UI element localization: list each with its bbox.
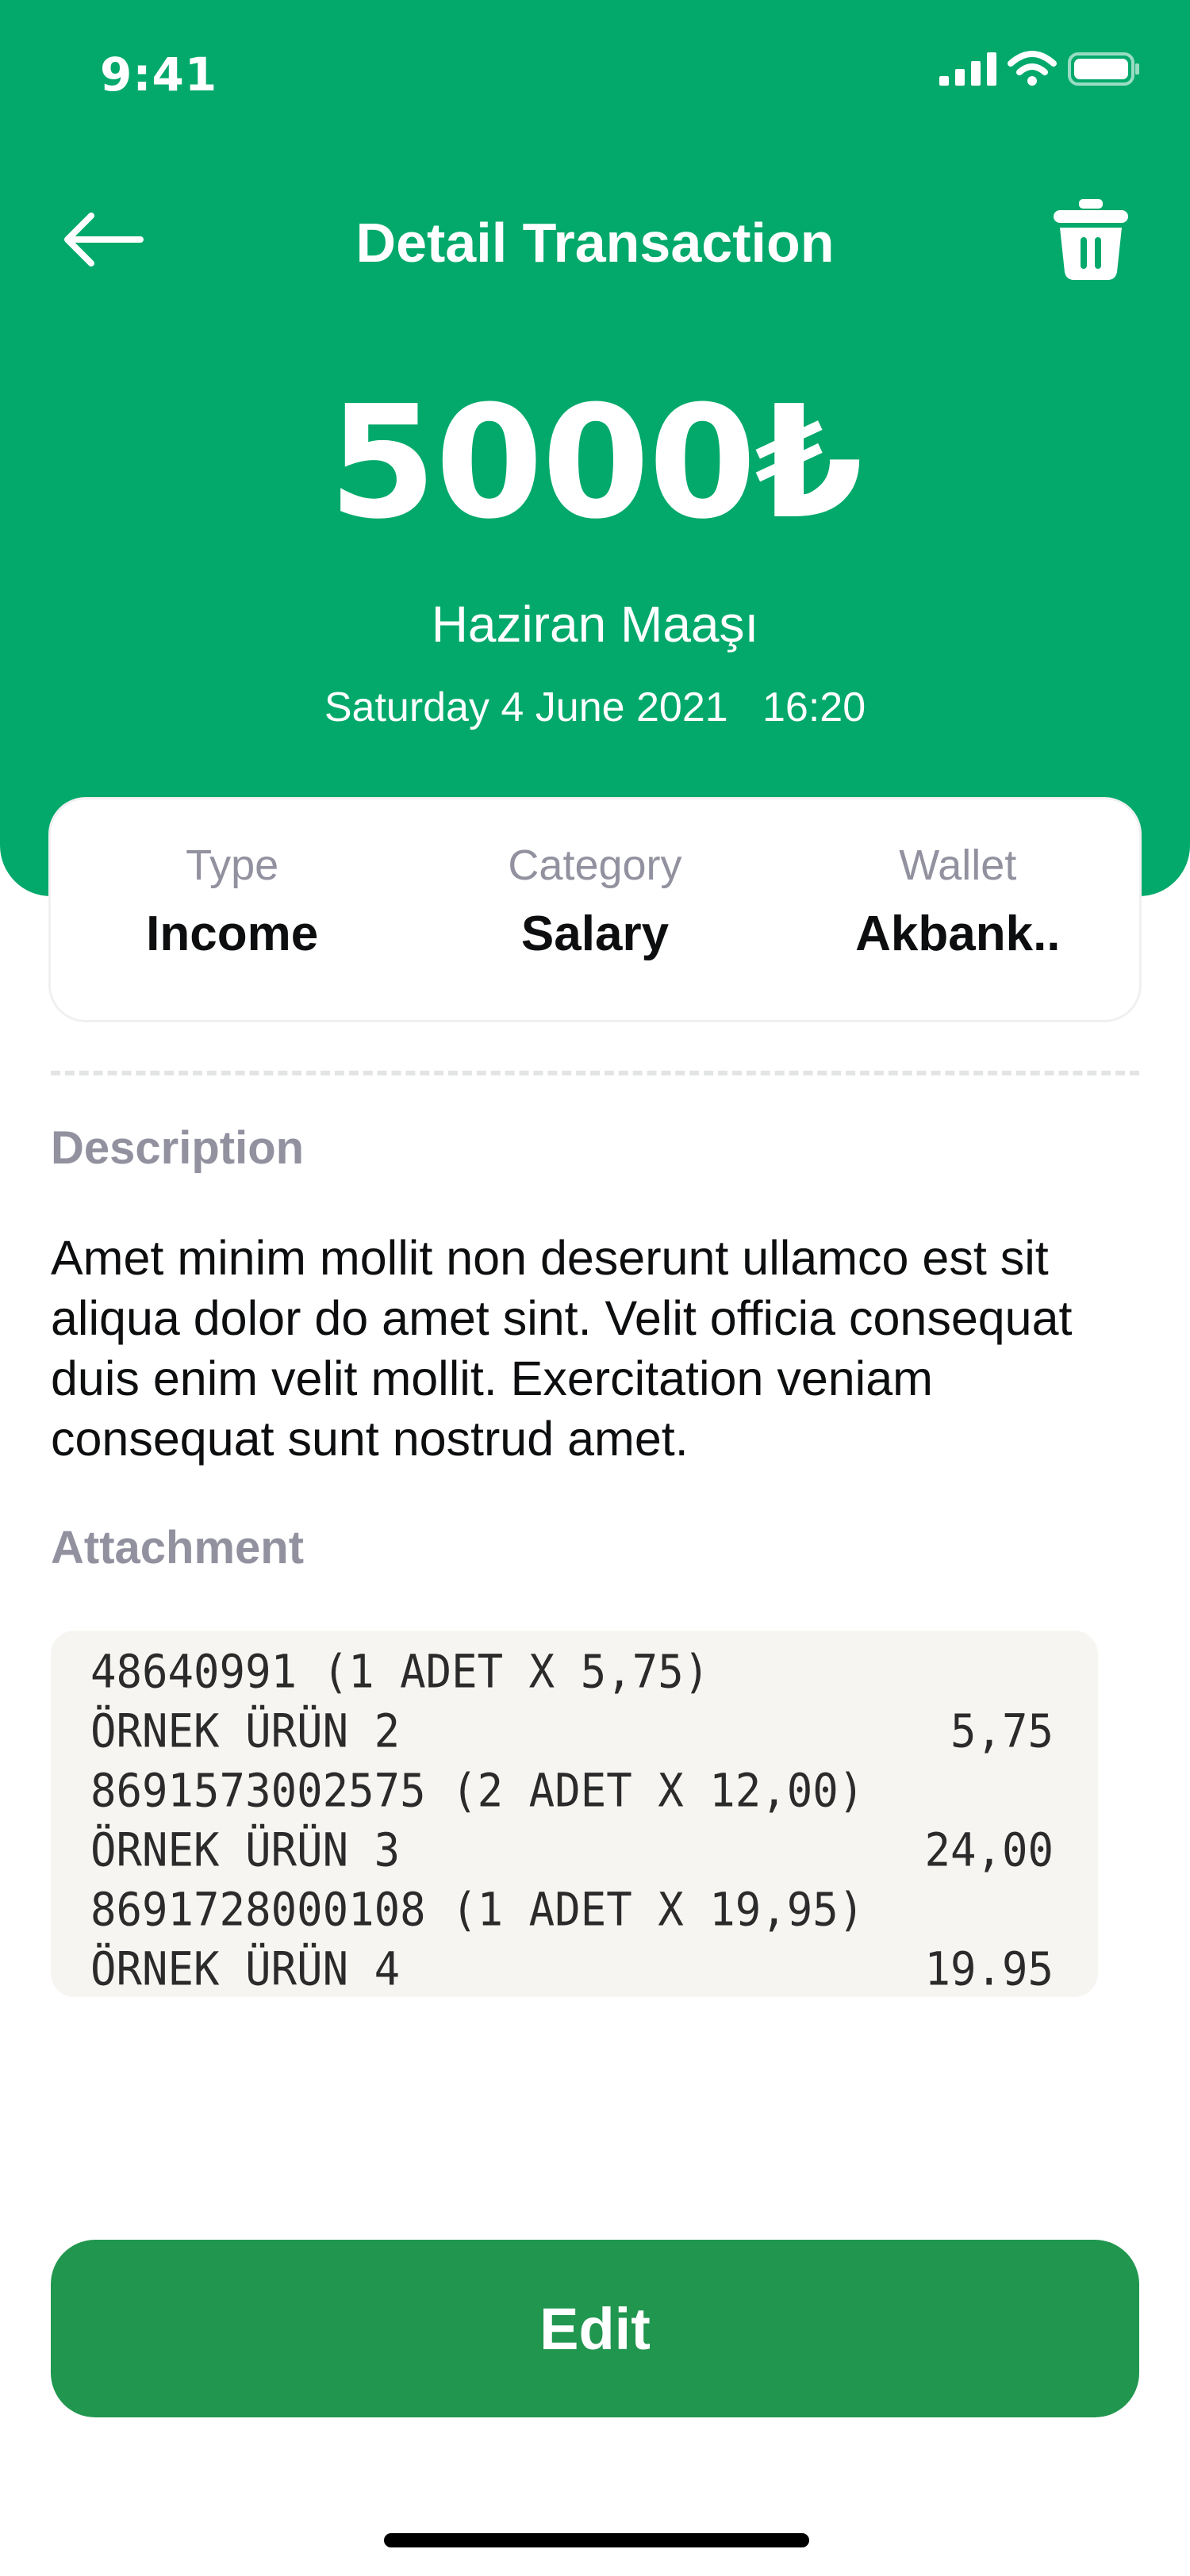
receipt-line-left: 48640991 (1 ADET X 5,75) bbox=[90, 1644, 710, 1699]
dashed-divider bbox=[51, 1071, 1139, 1075]
status-time: 9:41 bbox=[100, 48, 218, 102]
summary-wallet-label: Wallet bbox=[899, 841, 1017, 889]
receipt-line: ÖRNEK ÜRÜN 3 24,00 bbox=[51, 1818, 1098, 1882]
header: 9:41 Detail Transaction 5000₺ Haziran Ma… bbox=[0, 0, 1190, 896]
summary-wallet-value: Akbank.. bbox=[855, 907, 1061, 961]
edit-button[interactable]: Edit bbox=[51, 2240, 1139, 2417]
attachment-image[interactable]: 48640991 (1 ADET X 5,75) ÖRNEK ÜRÜN 2 5,7… bbox=[51, 1631, 1098, 1997]
receipt-line-right: 5,75 bbox=[950, 1704, 1054, 1758]
summary-category: Category Salary bbox=[413, 799, 776, 1020]
summary-type-value: Income bbox=[146, 907, 319, 961]
summary-type-label: Type bbox=[186, 841, 279, 889]
cellular-signal-icon bbox=[939, 52, 996, 86]
receipt-line: ÖRNEK ÜRÜN 2 5,75 bbox=[51, 1699, 1098, 1763]
transaction-title: Haziran Maaşı bbox=[431, 596, 759, 653]
summary-wallet: Wallet Akbank.. bbox=[777, 799, 1139, 1020]
wifi-icon bbox=[1008, 51, 1057, 86]
home-indicator bbox=[384, 2533, 809, 2547]
receipt-line-right: 24,00 bbox=[924, 1823, 1054, 1877]
receipt-line: 8691573002575 (2 ADET X 12,00) bbox=[51, 1758, 1098, 1823]
receipt-line-left: ÖRNEK ÜRÜN 4 bbox=[90, 1942, 401, 1996]
battery-icon bbox=[1068, 52, 1139, 86]
receipt-line-left: 8691573002575 (2 ADET X 12,00) bbox=[90, 1763, 865, 1818]
description-text: Amet minim mollit non deserunt ullamco e… bbox=[51, 1231, 1073, 1466]
status-icons bbox=[939, 51, 1141, 87]
transaction-amount: 5000₺ bbox=[328, 373, 863, 554]
receipt-line: ÖRNEK ÜRÜN 4 19.95 bbox=[51, 1937, 1098, 1997]
transaction-datetime: Saturday 4 June 2021 16:20 bbox=[0, 684, 1190, 731]
transaction-time: 16:20 bbox=[762, 684, 866, 730]
trash-icon bbox=[1054, 199, 1128, 280]
transaction-summary-card: Type Income Category Salary Wallet Akban… bbox=[51, 799, 1139, 1020]
receipt-line-left: ÖRNEK ÜRÜN 2 bbox=[90, 1704, 401, 1758]
receipt-line: 48640991 (1 ADET X 5,75) bbox=[51, 1639, 1098, 1704]
summary-type: Type Income bbox=[51, 799, 413, 1020]
transaction-date: Saturday 4 June 2021 bbox=[324, 684, 728, 730]
summary-category-label: Category bbox=[508, 841, 682, 889]
summary-category-value: Salary bbox=[520, 907, 670, 961]
receipt-line-left: 8691728000108 (1 ADET X 19,95) bbox=[90, 1882, 865, 1937]
receipt-line-right: 19.95 bbox=[924, 1942, 1054, 1996]
receipt-line-left: ÖRNEK ÜRÜN 3 bbox=[90, 1823, 401, 1877]
receipt-line: 8691728000108 (1 ADET X 19,95) bbox=[51, 1877, 1098, 1942]
delete-button[interactable] bbox=[1047, 195, 1134, 284]
receipt: 48640991 (1 ADET X 5,75) ÖRNEK ÜRÜN 2 5,7… bbox=[51, 1631, 1098, 1997]
attachment-label: Attachment bbox=[51, 1522, 305, 1574]
description-label: Description bbox=[51, 1122, 305, 1174]
page-title: Detail Transaction bbox=[355, 212, 835, 274]
